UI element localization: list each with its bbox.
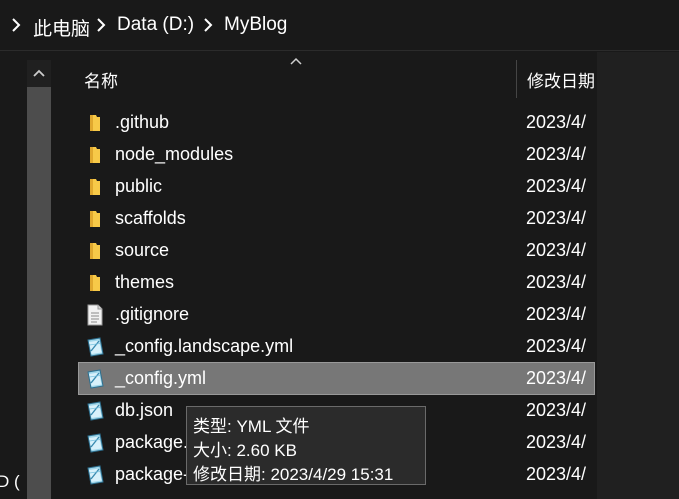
folder-icon [85, 272, 105, 294]
column-header-name[interactable]: 名称 [84, 67, 118, 92]
config-file-icon [85, 432, 105, 454]
tooltip-date-modified: 修改日期: 2023/4/29 15:31 [193, 465, 394, 484]
file-name: _config.yml [115, 368, 207, 388]
breadcrumb-data-drive[interactable]: Data (D:) [117, 14, 194, 36]
sort-ascending-icon [290, 57, 302, 65]
details-pane-edge [597, 52, 679, 499]
column-divider[interactable] [516, 60, 517, 98]
file-row[interactable]: public 2023/4/ [79, 171, 594, 202]
chevron-right-icon[interactable] [95, 17, 107, 33]
file-date-modified: 2023/4/ [526, 176, 587, 196]
chevron-right-icon[interactable] [202, 17, 214, 33]
breadcrumb-myblog[interactable]: MyBlog [224, 14, 287, 36]
tooltip-size: 大小: 2.60 KB [193, 441, 297, 460]
file-name: .github [115, 112, 170, 132]
file-date-modified: 2023/4/ [526, 240, 587, 260]
file-row[interactable]: .github 2023/4/ [79, 107, 594, 138]
file-row-selected[interactable]: _config.yml 2023/4/ [78, 362, 595, 395]
file-date-modified: 2023/4/ [526, 432, 587, 452]
text-file-icon [85, 304, 105, 326]
tooltip-type: 类型: YML 文件 [193, 417, 310, 436]
file-date-modified: 2023/4/ [526, 400, 587, 420]
file-name: node_modules [115, 144, 234, 164]
file-row[interactable]: _config.landscape.yml 2023/4/ [79, 331, 594, 362]
file-name: public [115, 176, 163, 196]
nav-scrollbar-thumb[interactable] [27, 87, 51, 499]
folder-icon [85, 112, 105, 134]
file-date-modified: 2023/4/ [526, 304, 587, 324]
file-name: _config.landscape.yml [115, 336, 294, 356]
file-row[interactable]: source 2023/4/ [79, 235, 594, 266]
file-name: db.json [115, 400, 174, 420]
file-row[interactable]: .gitignore 2023/4/ [79, 299, 594, 330]
file-date-modified: 2023/4/ [526, 208, 587, 228]
file-name: themes [115, 272, 175, 292]
folder-icon [85, 208, 105, 230]
config-file-icon [85, 464, 105, 486]
file-row[interactable]: themes 2023/4/ [79, 267, 594, 298]
file-date-modified: 2023/4/ [526, 368, 587, 388]
folder-icon [85, 176, 105, 198]
file-name: scaffolds [115, 208, 186, 228]
config-file-icon [85, 336, 105, 358]
config-file-icon [85, 400, 105, 422]
scroll-up-arrow-icon[interactable] [27, 60, 51, 86]
file-name: source [115, 240, 170, 260]
file-name: .gitignore [115, 304, 190, 324]
file-row[interactable]: scaffolds 2023/4/ [79, 203, 594, 234]
nav-item-drive[interactable]: D ( [0, 472, 20, 492]
address-bar[interactable]: 此电脑 Data (D:) MyBlog [0, 0, 679, 51]
chevron-right-icon[interactable] [10, 17, 22, 33]
column-header-date-modified[interactable]: 修改日期 [527, 67, 597, 92]
folder-icon [85, 240, 105, 262]
folder-icon [85, 144, 105, 166]
file-info-tooltip: 类型: YML 文件 大小: 2.60 KB 修改日期: 2023/4/29 1… [186, 406, 426, 485]
file-date-modified: 2023/4/ [526, 112, 587, 132]
file-date-modified: 2023/4/ [526, 144, 587, 164]
file-date-modified: 2023/4/ [526, 464, 587, 484]
config-file-icon [85, 368, 105, 390]
file-date-modified: 2023/4/ [526, 272, 587, 292]
file-date-modified: 2023/4/ [526, 336, 587, 356]
breadcrumb-this-pc[interactable]: 此电脑 [33, 14, 90, 41]
file-row[interactable]: node_modules 2023/4/ [79, 139, 594, 170]
